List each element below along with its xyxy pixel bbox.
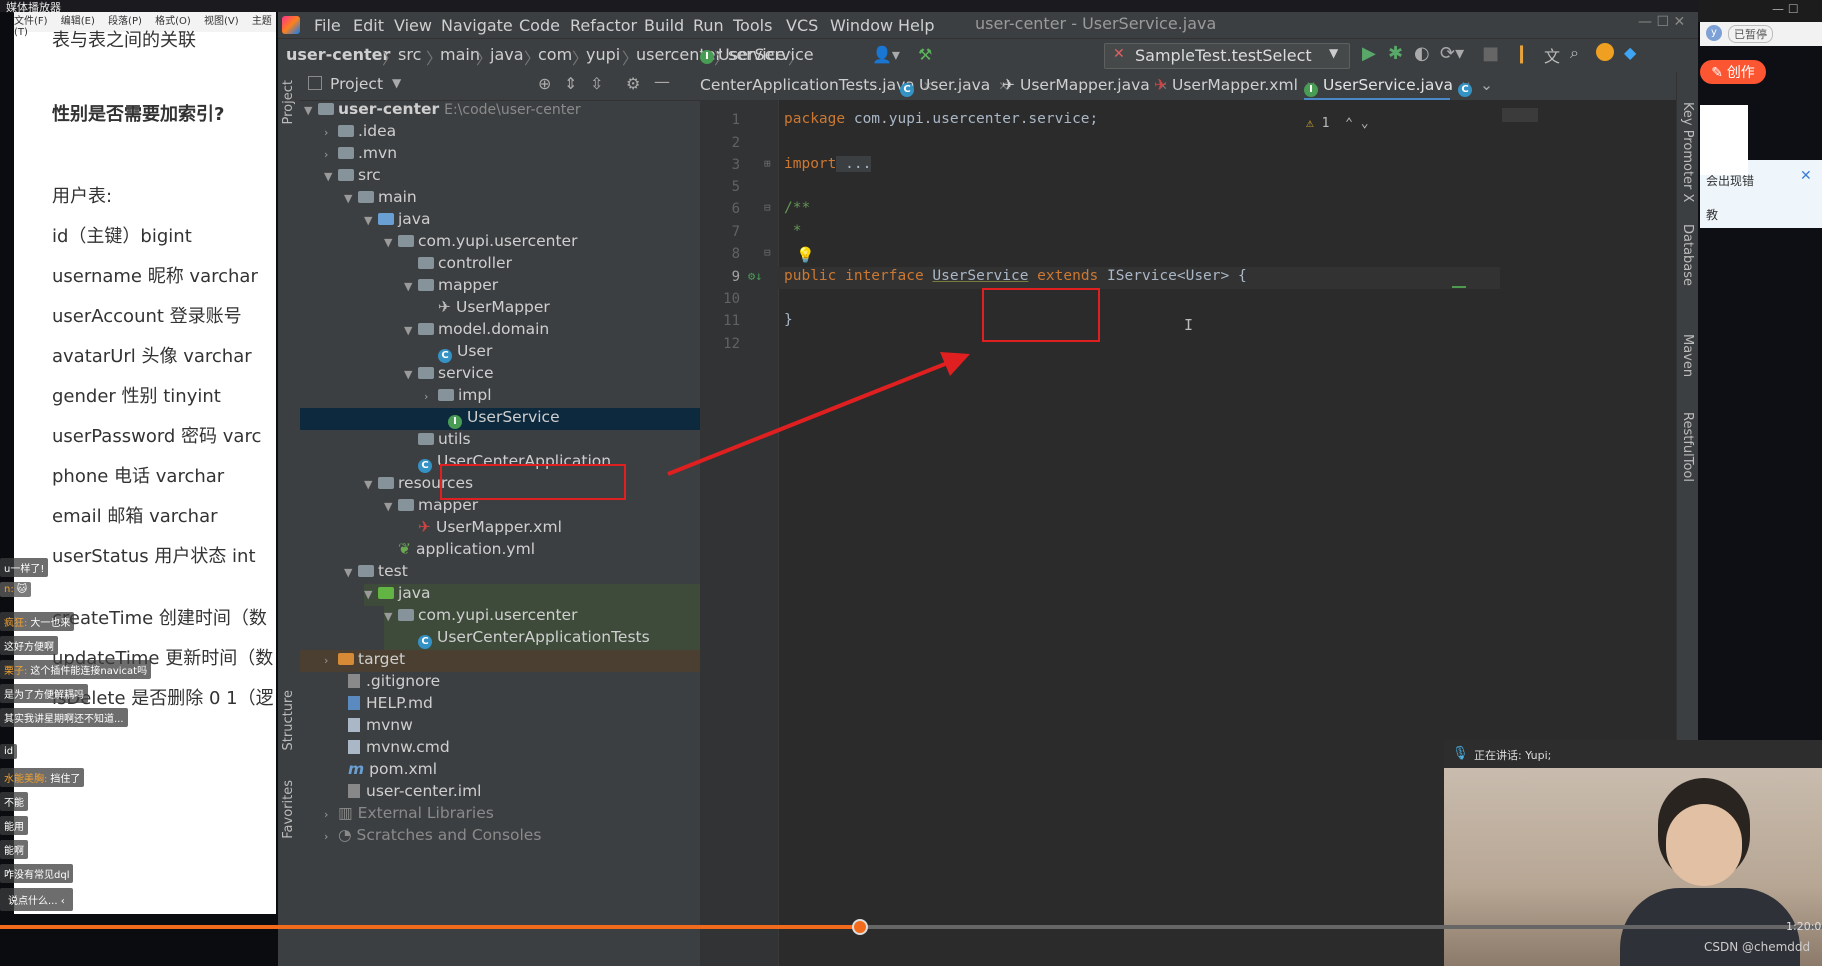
watermark: CSDN @chemddd [1704,940,1811,954]
close-icon[interactable]: ✕ [1800,168,1812,184]
webcam-feed [1444,768,1822,966]
video-progress-knob[interactable] [852,919,868,935]
browser-panel [1700,105,1748,175]
speaking-label: 正在讲话: Yupi; [1474,749,1552,762]
create-button[interactable]: ✎ 创作 [1700,60,1766,84]
pen-icon: ✎ [1711,64,1723,80]
video-time: 1:20:0 [1786,920,1822,933]
microphone-icon: 🎙 [1452,746,1469,761]
webcam-header: 🎙 正在讲话: Yupi; [1444,740,1822,768]
window-controls[interactable]: — ☐ [1772,2,1799,16]
avatar[interactable]: y [1706,25,1722,41]
paused-badge[interactable]: 已暂停 [1728,25,1773,43]
person-face [1666,804,1742,886]
browser-topbar: y 已暂停 [1700,22,1822,46]
background-browser: y 已暂停 会出现错 ✕ 教 [1698,0,1822,760]
browser-titlebar: — ☐ [1698,0,1822,22]
video-progress-fill [0,925,860,929]
